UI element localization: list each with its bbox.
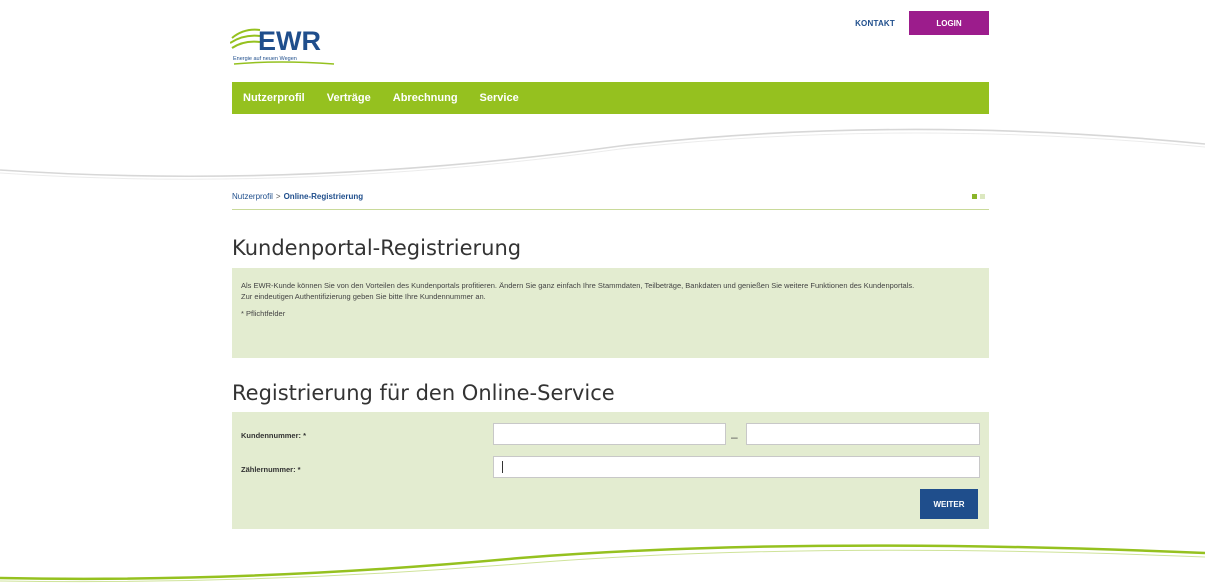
kontakt-link[interactable]: KONTAKT (855, 19, 895, 28)
ewr-logo[interactable]: EWR Energie auf neuen Wegen (230, 20, 340, 68)
page-title: Kundenportal-Registrierung (232, 236, 522, 260)
kundennummer-separator: – (731, 430, 738, 444)
breadcrumb-current: Online-Registrierung (283, 192, 364, 201)
kundennummer-part1-input[interactable] (493, 423, 726, 445)
weiter-button[interactable]: WEITER (920, 489, 978, 519)
kundennummer-label: Kundennummer: * (241, 431, 307, 440)
breadcrumb: Nutzerprofil > Online-Registrierung (232, 192, 989, 210)
text-cursor (502, 461, 503, 473)
breadcrumb-root[interactable]: Nutzerprofil (232, 192, 273, 201)
main-navigation: Nutzerprofil Verträge Abrechnung Service (232, 82, 989, 114)
section-title: Registrierung für den Online-Service (232, 381, 615, 405)
nav-item-abrechnung[interactable]: Abrechnung (393, 92, 458, 104)
logo-tagline: Energie auf neuen Wegen (233, 56, 297, 62)
nav-item-service[interactable]: Service (480, 92, 519, 104)
breadcrumb-separator: > (275, 192, 281, 201)
nav-item-nutzerprofil[interactable]: Nutzerprofil (243, 92, 305, 104)
font-size-large-icon[interactable] (980, 194, 985, 199)
font-size-small-icon[interactable] (972, 194, 977, 199)
zaehlernummer-input[interactable] (493, 456, 980, 478)
intro-panel: Als EWR-Kunde können Sie von den Vorteil… (232, 268, 989, 358)
intro-text: Als EWR-Kunde können Sie von den Vorteil… (241, 281, 915, 290)
login-button[interactable]: LOGIN (909, 11, 989, 35)
kundennummer-part2-input[interactable] (746, 423, 980, 445)
top-wave-divider (0, 128, 1205, 180)
auth-hint-text: Zur eindeutigen Authentifizierung geben … (241, 292, 486, 301)
zaehlernummer-label: Zählernummer: * (241, 465, 301, 474)
registration-form: Kundennummer: * – Zählernummer: * WEITER (232, 412, 989, 529)
top-navigation: KONTAKT LOGIN (855, 11, 989, 35)
bottom-wave-divider (0, 544, 1205, 583)
required-fields-note: * Pflichtfelder (241, 309, 286, 318)
nav-item-vertraege[interactable]: Verträge (327, 92, 371, 104)
logo-wordmark: EWR (258, 26, 321, 56)
